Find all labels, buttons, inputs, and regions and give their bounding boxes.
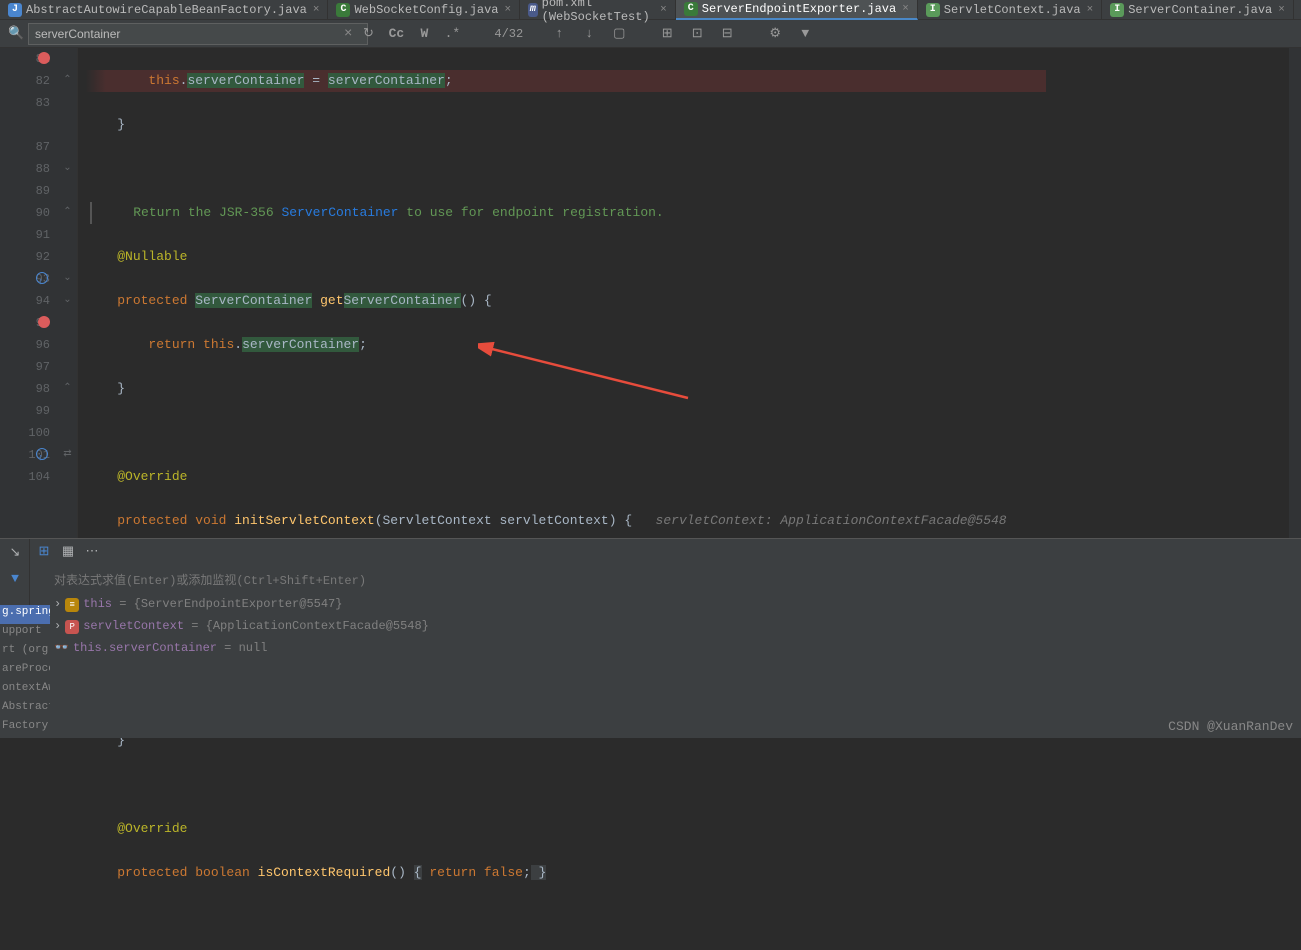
find-down-icon[interactable]: ↓ [577, 23, 601, 45]
variables-tree[interactable]: ›≡this = {ServerEndpointExporter@5547} ›… [50, 593, 1301, 659]
tab-6[interactable]: CServerWe [1294, 0, 1301, 20]
tab-4[interactable]: IServletContext.java× [918, 0, 1102, 20]
prev-search-icon[interactable]: ↻ [356, 23, 380, 45]
line-num: 89 [0, 180, 50, 202]
tab-2[interactable]: mpom.xml (WebSocketTest)× [520, 0, 676, 20]
close-icon[interactable]: × [902, 3, 909, 15]
close-icon[interactable]: × [1278, 4, 1285, 16]
regex-icon[interactable]: .* [440, 23, 464, 45]
select-all-icon[interactable]: ▢ [607, 23, 631, 45]
frame-row[interactable]: areProce [0, 662, 50, 681]
gutter[interactable]: 81 82 83 87 88 89 90 91 92 93 94 95 96 9… [0, 48, 58, 538]
var-row[interactable]: ›PservletContext = {ApplicationContextFa… [50, 615, 1301, 637]
line-num: 90 [0, 202, 50, 224]
override-icon[interactable] [36, 272, 48, 284]
param-icon: P [65, 620, 79, 634]
tab-1[interactable]: CWebSocketConfig.java× [328, 0, 520, 20]
error-stripe[interactable] [1289, 48, 1301, 538]
code-area[interactable]: this.serverContainer = serverContainer; … [78, 48, 1301, 538]
close-icon[interactable]: × [505, 4, 512, 16]
line-num: 81 [0, 48, 50, 70]
tab-3[interactable]: CServerEndpointExporter.java× [676, 0, 918, 20]
filter-icon[interactable]: ▼ [0, 565, 30, 591]
frames-list[interactable]: g.springfr upport (or rt (org.sp areProc… [0, 605, 50, 738]
line-num: 82 [0, 70, 50, 92]
settings-icon[interactable]: ⚙ [763, 23, 787, 45]
tab-label: ServletContext.java [944, 3, 1081, 17]
search-icon: 🔍 [8, 26, 24, 42]
tab-label: WebSocketConfig.java [354, 3, 498, 17]
tab-label: AbstractAutowireCapableBeanFactory.java [26, 3, 307, 17]
close-icon[interactable]: × [660, 4, 667, 16]
line-num: 92 [0, 246, 50, 268]
line-num: 95 [0, 312, 50, 334]
line-num: 87 [0, 136, 50, 158]
watches-tab-icon[interactable]: ▦ [58, 541, 78, 561]
clear-icon[interactable]: × [344, 26, 352, 42]
filter-icon[interactable]: ▼ [793, 23, 817, 45]
close-icon[interactable]: × [1087, 4, 1094, 16]
find-up-icon[interactable]: ↑ [547, 23, 571, 45]
step-icon[interactable]: ↘ [0, 539, 30, 565]
frame-row[interactable]: rt (org.sp [0, 643, 50, 662]
line-num: 96 [0, 334, 50, 356]
evaluate-input[interactable]: 对表达式求值(Enter)或添加监视(Ctrl+Shift+Enter) [50, 569, 1301, 589]
editor-tabs: JAbstractAutowireCapableBeanFactory.java… [0, 0, 1301, 20]
watermark: CSDN @XuanRanDev [1168, 719, 1293, 734]
line-num: 93 [0, 268, 50, 290]
tab-5[interactable]: IServerContainer.java× [1102, 0, 1294, 20]
line-num [0, 114, 50, 136]
line-num: 97 [0, 356, 50, 378]
frame-row[interactable]: Factory [0, 719, 50, 738]
line-num: 98 [0, 378, 50, 400]
frame-row[interactable]: ontextAw [0, 681, 50, 700]
override-icon[interactable] [36, 448, 48, 460]
breakpoint-icon[interactable] [38, 316, 50, 328]
tab-label: ServerContainer.java [1128, 3, 1272, 17]
glasses-icon: 👓 [54, 641, 69, 655]
line-num: 91 [0, 224, 50, 246]
editor: 81 82 83 87 88 89 90 91 92 93 94 95 96 9… [0, 48, 1301, 538]
tab-label: pom.xml (WebSocketTest) [542, 0, 655, 24]
line-num: 94 [0, 290, 50, 312]
line-num: 99 [0, 400, 50, 422]
frame-row[interactable]: g.springfr [0, 605, 50, 624]
frame-row[interactable]: upport (or [0, 624, 50, 643]
remove-occur-icon[interactable]: ⊟ [715, 23, 739, 45]
field-icon: ≡ [65, 598, 79, 612]
breakpoint-icon[interactable] [38, 52, 50, 64]
add-selection-icon[interactable]: ⊞ [655, 23, 679, 45]
line-num: 104 [0, 466, 50, 488]
line-num: 100 [0, 422, 50, 444]
var-row[interactable]: ›≡this = {ServerEndpointExporter@5547} [50, 593, 1301, 615]
fold-column[interactable]: ⌃⌄⌃⌄⌄⌃⇄ [58, 48, 78, 538]
more-tab-icon[interactable]: ⋯ [82, 541, 102, 561]
chevron-right-icon[interactable]: › [54, 597, 61, 611]
var-row[interactable]: 👓this.serverContainer = null [50, 637, 1301, 659]
select-occur-icon[interactable]: ⊡ [685, 23, 709, 45]
find-bar: 🔍 × ↻ Cc W .* 4/32 ↑ ↓ ▢ ⊞ ⊡ ⊟ ⚙ ▼ [0, 20, 1301, 48]
line-num: 88 [0, 158, 50, 180]
find-count: 4/32 [494, 27, 523, 41]
find-input[interactable] [28, 23, 368, 45]
words-icon[interactable]: W [412, 23, 436, 45]
line-num: 83 [0, 92, 50, 114]
line-num: 101 [0, 444, 50, 466]
match-case-icon[interactable]: Cc [384, 23, 408, 45]
tab-0[interactable]: JAbstractAutowireCapableBeanFactory.java… [0, 0, 328, 20]
tab-label: ServerEndpointExporter.java [702, 2, 896, 16]
close-icon[interactable]: × [313, 4, 320, 16]
debug-panel: ↘ ▼ ⊞ ▦ ⋯ 对表达式求值(Enter)或添加监视(Ctrl+Shift+… [0, 538, 1301, 738]
variables-tab-icon[interactable]: ⊞ [34, 541, 54, 561]
chevron-right-icon[interactable]: › [54, 619, 61, 633]
frame-row[interactable]: Abstract [0, 700, 50, 719]
